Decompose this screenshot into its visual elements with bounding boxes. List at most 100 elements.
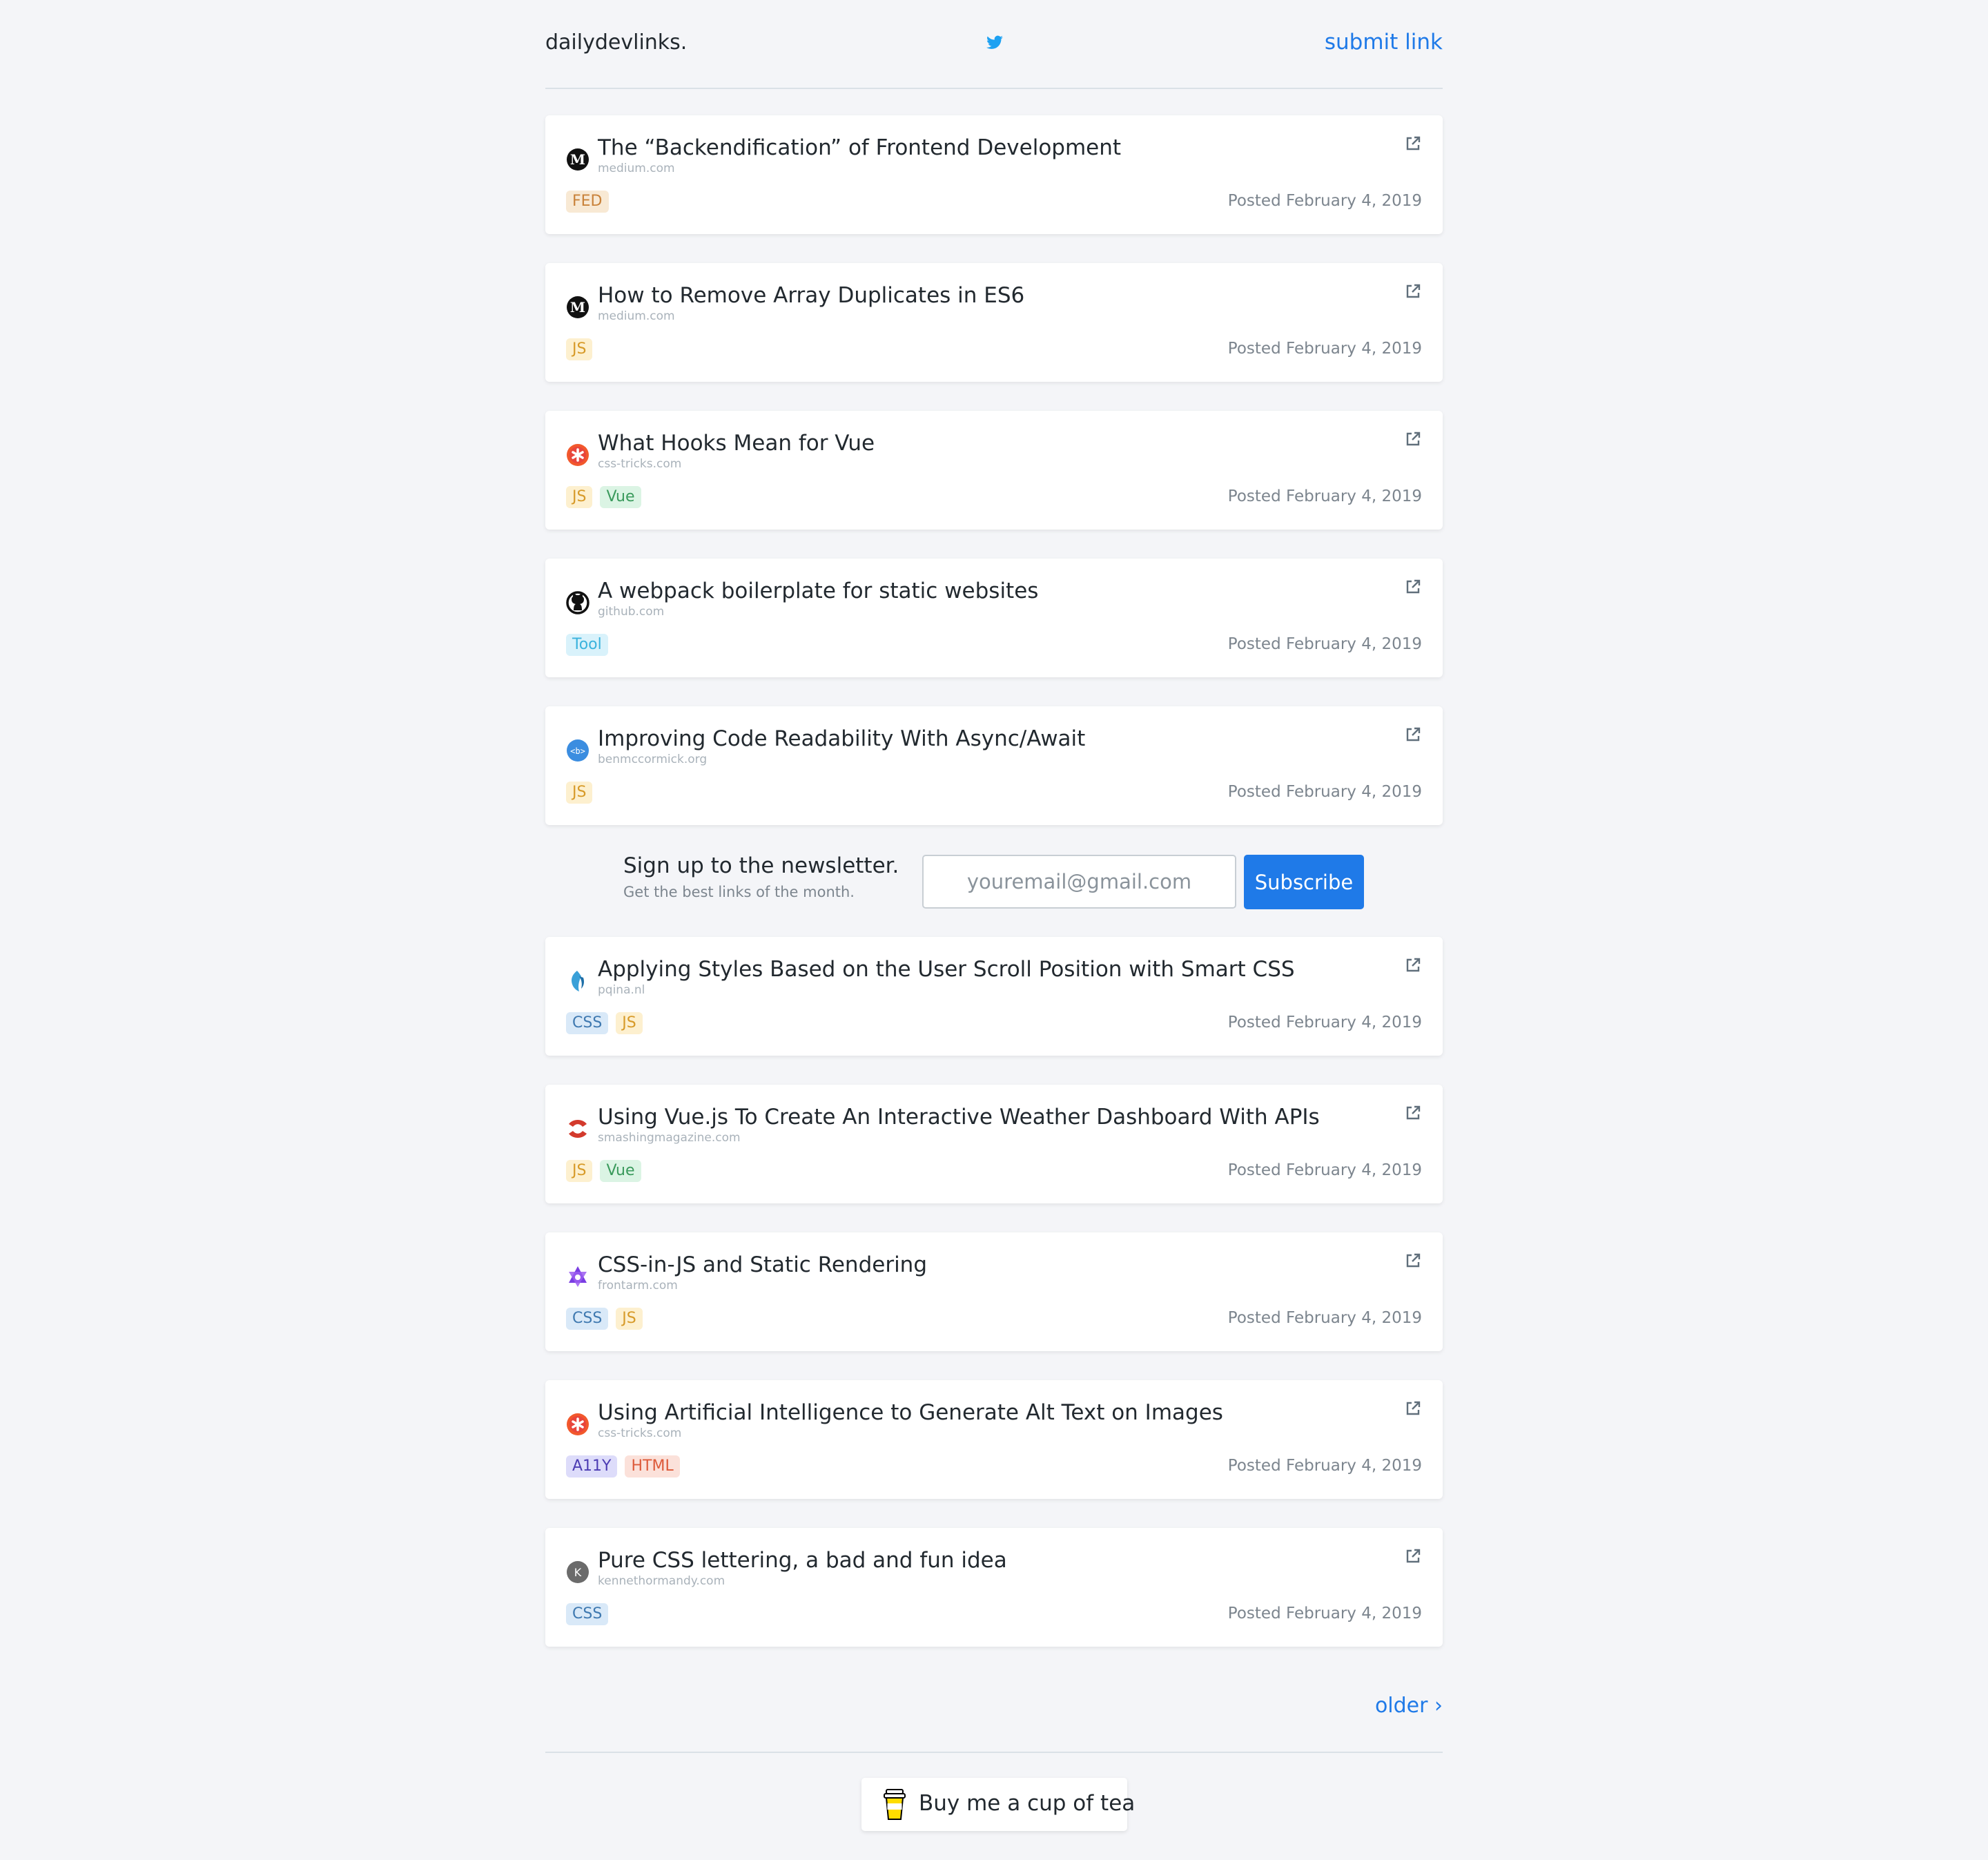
tea-cup-icon [884,1789,906,1820]
post-domain: pqina.nl [598,983,645,997]
kennethormandy-logo-icon: K [566,1560,589,1584]
post-date: Posted February 4, 2019 [1227,1605,1422,1622]
tag-list: Tool [566,634,608,656]
external-link-icon[interactable] [1404,1252,1422,1270]
tag-badge[interactable]: CSS [566,1308,609,1330]
page: dailydevlinks. submit link M The “Backend… [0,0,1988,1860]
post-date: Posted February 4, 2019 [1227,1014,1422,1031]
tag-badge[interactable]: CSS [566,1012,609,1034]
medium-logo-icon: M [566,148,589,171]
external-link-icon[interactable] [1404,135,1422,153]
tag-badge[interactable]: JS [616,1308,643,1330]
tag-list: FED [566,191,609,213]
external-link-icon[interactable] [1404,726,1422,744]
post-card[interactable]: Applying Styles Based on the User Scroll… [545,937,1443,1056]
brand-logo[interactable]: dailydevlinks. [545,30,687,55]
medium-logo-icon: M [566,296,589,319]
post-card[interactable]: M How to Remove Array Duplicates in ES6 me… [545,263,1443,382]
post-title-link[interactable]: Applying Styles Based on the User Scroll… [598,957,1295,982]
github-logo-icon [566,591,589,614]
buy-me-tea-button[interactable]: Buy me a cup of tea [861,1778,1135,1831]
svg-text:K: K [574,1566,582,1579]
external-link-icon[interactable] [1404,1399,1422,1417]
tag-list: CSS [566,1603,609,1625]
tag-badge[interactable]: FED [566,191,609,213]
post-card[interactable]: CSS-in-JS and Static Rendering frontarm.c… [545,1232,1443,1351]
tag-badge[interactable]: A11Y [566,1455,618,1478]
tag-badge[interactable]: Tool [566,634,608,656]
post-domain: css-tricks.com [598,457,682,471]
post-card[interactable]: Using Artificial Intelligence to Generat… [545,1380,1443,1499]
svg-text:M: M [570,299,585,316]
tag-badge[interactable]: JS [566,782,593,804]
post-title-link[interactable]: A webpack boilerplate for static website… [598,579,1038,603]
post-date: Posted February 4, 2019 [1227,192,1422,210]
pqina-logo-icon [566,969,589,993]
newsletter-email-input[interactable] [922,855,1236,909]
post-date: Posted February 4, 2019 [1227,1457,1422,1475]
external-link-icon[interactable] [1404,578,1422,596]
post-card[interactable]: What Hooks Mean for Vue css-tricks.com JS V… [545,411,1443,530]
tag-list: JS Vue [566,486,641,508]
svg-text:<b>: <b> [570,746,585,756]
post-card[interactable]: <b> Improving Code Readability With Async… [545,706,1443,825]
tag-list: CSS JS [566,1012,643,1034]
newsletter-title: Sign up to the newsletter. [623,853,899,878]
post-domain: github.com [598,605,665,619]
external-link-icon[interactable] [1404,1104,1422,1122]
post-date: Posted February 4, 2019 [1227,1309,1422,1327]
newsletter-signup: Sign up to the newsletter. Get the best … [545,844,1443,913]
tag-badge[interactable]: Vue [600,486,641,508]
tag-list: A11Y HTML [566,1455,680,1478]
benmccormick-logo-icon: <b> [566,739,589,762]
post-title-link[interactable]: What Hooks Mean for Vue [598,431,875,456]
post-domain: benmccormick.org [598,753,708,766]
tag-badge[interactable]: JS [566,486,593,508]
main-container: dailydevlinks. submit link M The “Backend… [545,0,1443,1831]
post-domain: smashingmagazine.com [598,1131,741,1145]
older-posts-link[interactable]: older › [1375,1694,1443,1718]
post-date: Posted February 4, 2019 [1227,340,1422,358]
newsletter-subtitle: Get the best links of the month. [623,884,855,900]
tag-badge[interactable]: CSS [566,1603,609,1625]
post-title-link[interactable]: CSS-in-JS and Static Rendering [598,1252,927,1277]
post-domain: medium.com [598,162,675,175]
tag-list: CSS JS [566,1308,643,1330]
footer-divider [545,1752,1443,1753]
frontarm-logo-icon [566,1265,589,1288]
css-tricks-logo-icon [566,1413,589,1436]
post-title-link[interactable]: Pure CSS lettering, a bad and fun idea [598,1548,1007,1573]
post-date: Posted February 4, 2019 [1227,783,1422,801]
post-title-link[interactable]: How to Remove Array Duplicates in ES6 [598,283,1024,308]
post-title-link[interactable]: Using Vue.js To Create An Interactive We… [598,1105,1320,1130]
tag-badge[interactable]: HTML [625,1455,680,1478]
tag-list: JS [566,782,593,804]
external-link-icon[interactable] [1404,1547,1422,1565]
css-tricks-logo-icon [566,443,589,467]
submit-link-button[interactable]: submit link [1325,30,1443,55]
post-card[interactable]: K Pure CSS lettering, a bad and fun idea k… [545,1528,1443,1647]
post-card[interactable]: A webpack boilerplate for static website… [545,559,1443,677]
post-date: Posted February 4, 2019 [1227,635,1422,653]
twitter-icon[interactable] [986,34,1004,52]
post-domain: medium.com [598,309,675,323]
post-title-link[interactable]: Using Artificial Intelligence to Generat… [598,1400,1223,1425]
external-link-icon[interactable] [1404,956,1422,974]
tag-badge[interactable]: Vue [600,1160,641,1182]
external-link-icon[interactable] [1404,282,1422,300]
svg-text:M: M [570,151,585,168]
subscribe-button[interactable]: Subscribe [1244,855,1364,909]
tag-list: JS Vue [566,1160,641,1182]
post-card[interactable]: Using Vue.js To Create An Interactive We… [545,1085,1443,1203]
tag-badge[interactable]: JS [566,338,593,360]
tag-list: JS [566,338,593,360]
post-domain: css-tricks.com [598,1426,682,1440]
tag-badge[interactable]: JS [566,1160,593,1182]
tag-badge[interactable]: JS [616,1012,643,1034]
post-card[interactable]: M The “Backendification” of Frontend Deve… [545,115,1443,234]
external-link-icon[interactable] [1404,430,1422,448]
post-title-link[interactable]: Improving Code Readability With Async/Aw… [598,726,1085,751]
post-date: Posted February 4, 2019 [1227,1161,1422,1179]
site-header: dailydevlinks. submit link [545,0,1443,89]
post-title-link[interactable]: The “Backendification” of Frontend Devel… [598,135,1121,160]
